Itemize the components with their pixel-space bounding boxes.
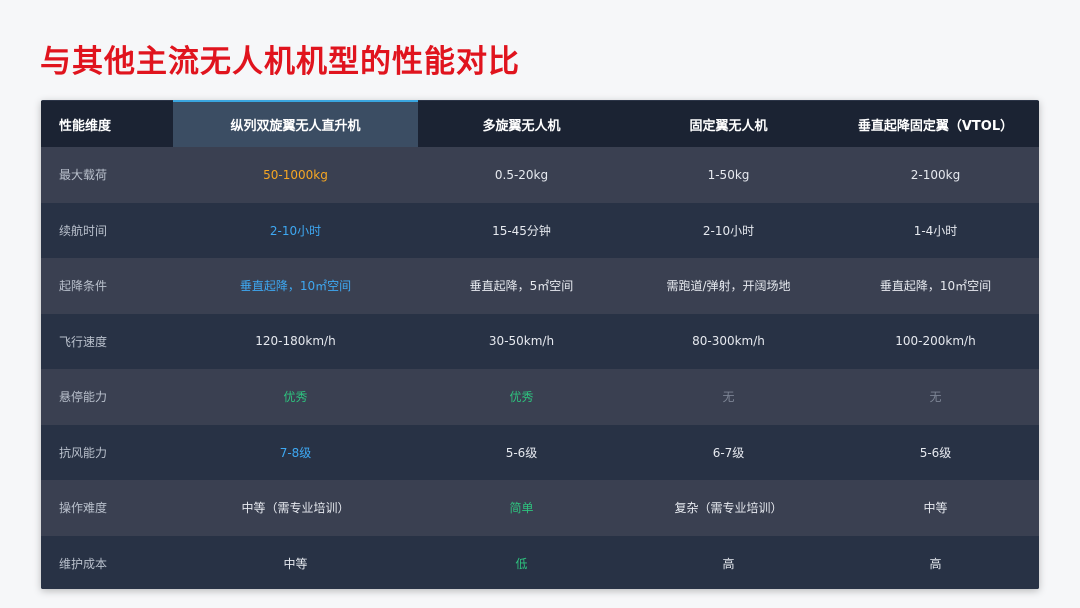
table-cell: 垂直起降，10㎡空间: [173, 258, 418, 314]
row-label: 悬停能力: [41, 369, 173, 425]
table-row: 悬停能力 优秀 优秀 无 无: [41, 369, 1039, 425]
table-cell: 中等（需专业培训）: [173, 480, 418, 536]
row-label: 维护成本: [41, 535, 173, 589]
comparison-table: 性能维度 纵列双旋翼无人直升机 多旋翼无人机 固定翼无人机 垂直起降固定翼（VT…: [41, 100, 1039, 589]
table-cell: 5-6级: [832, 424, 1039, 480]
table-row: 维护成本 中等 低 高 高: [41, 535, 1039, 589]
table-cell: 优秀: [173, 369, 418, 425]
table-cell: 80-300km/h: [625, 313, 832, 369]
row-label: 最大载荷: [41, 147, 173, 203]
page-title: 与其他主流无人机机型的性能对比: [40, 44, 520, 80]
header-fixed-wing: 固定翼无人机: [625, 101, 832, 147]
table-cell: 2-100kg: [832, 147, 1039, 203]
table-cell: 垂直起降，10㎡空间: [832, 258, 1039, 314]
row-label: 飞行速度: [41, 313, 173, 369]
table-cell: 高: [832, 535, 1039, 589]
table-cell: 100-200km/h: [832, 313, 1039, 369]
table-cell: 简单: [418, 480, 625, 536]
table-cell: 需跑道/弹射，开阔场地: [625, 258, 832, 314]
table-row: 起降条件 垂直起降，10㎡空间 垂直起降，5㎡空间 需跑道/弹射，开阔场地 垂直…: [41, 258, 1039, 314]
row-label: 抗风能力: [41, 424, 173, 480]
table-cell: 5-6级: [418, 424, 625, 480]
table-cell: 6-7级: [625, 424, 832, 480]
table-cell: 高: [625, 535, 832, 589]
table-cell: 无: [625, 369, 832, 425]
header-dimension: 性能维度: [41, 101, 173, 147]
row-label: 续航时间: [41, 202, 173, 258]
table-cell: 优秀: [418, 369, 625, 425]
table-cell: 1-4小时: [832, 202, 1039, 258]
row-label: 操作难度: [41, 480, 173, 536]
table-row: 续航时间 2-10小时 15-45分钟 2-10小时 1-4小时: [41, 202, 1039, 258]
table-cell: 无: [832, 369, 1039, 425]
table-cell: 0.5-20kg: [418, 147, 625, 203]
table-cell: 2-10小时: [625, 202, 832, 258]
header-tandem-rotor: 纵列双旋翼无人直升机: [173, 100, 418, 147]
table-row: 最大载荷 50-1000kg 0.5-20kg 1-50kg 2-100kg: [41, 147, 1039, 203]
header-vtol: 垂直起降固定翼（VTOL）: [832, 101, 1039, 147]
table-cell: 垂直起降，5㎡空间: [418, 258, 625, 314]
table-cell: 15-45分钟: [418, 202, 625, 258]
table-row: 操作难度 中等（需专业培训） 简单 复杂（需专业培训） 中等: [41, 480, 1039, 536]
table-cell: 中等: [173, 535, 418, 589]
table-cell: 中等: [832, 480, 1039, 536]
table-cell: 50-1000kg: [173, 147, 418, 203]
row-label: 起降条件: [41, 258, 173, 314]
table-cell: 2-10小时: [173, 202, 418, 258]
table-cell: 1-50kg: [625, 147, 832, 203]
table-row: 飞行速度 120-180km/h 30-50km/h 80-300km/h 10…: [41, 313, 1039, 369]
table-cell: 低: [418, 535, 625, 589]
table-cell: 30-50km/h: [418, 313, 625, 369]
table-cell: 120-180km/h: [173, 313, 418, 369]
table-header-row: 性能维度 纵列双旋翼无人直升机 多旋翼无人机 固定翼无人机 垂直起降固定翼（VT…: [41, 100, 1039, 147]
table-row: 抗风能力 7-8级 5-6级 6-7级 5-6级: [41, 424, 1039, 480]
table-cell: 7-8级: [173, 424, 418, 480]
table-cell: 复杂（需专业培训）: [625, 480, 832, 536]
header-multirotor: 多旋翼无人机: [418, 101, 625, 147]
